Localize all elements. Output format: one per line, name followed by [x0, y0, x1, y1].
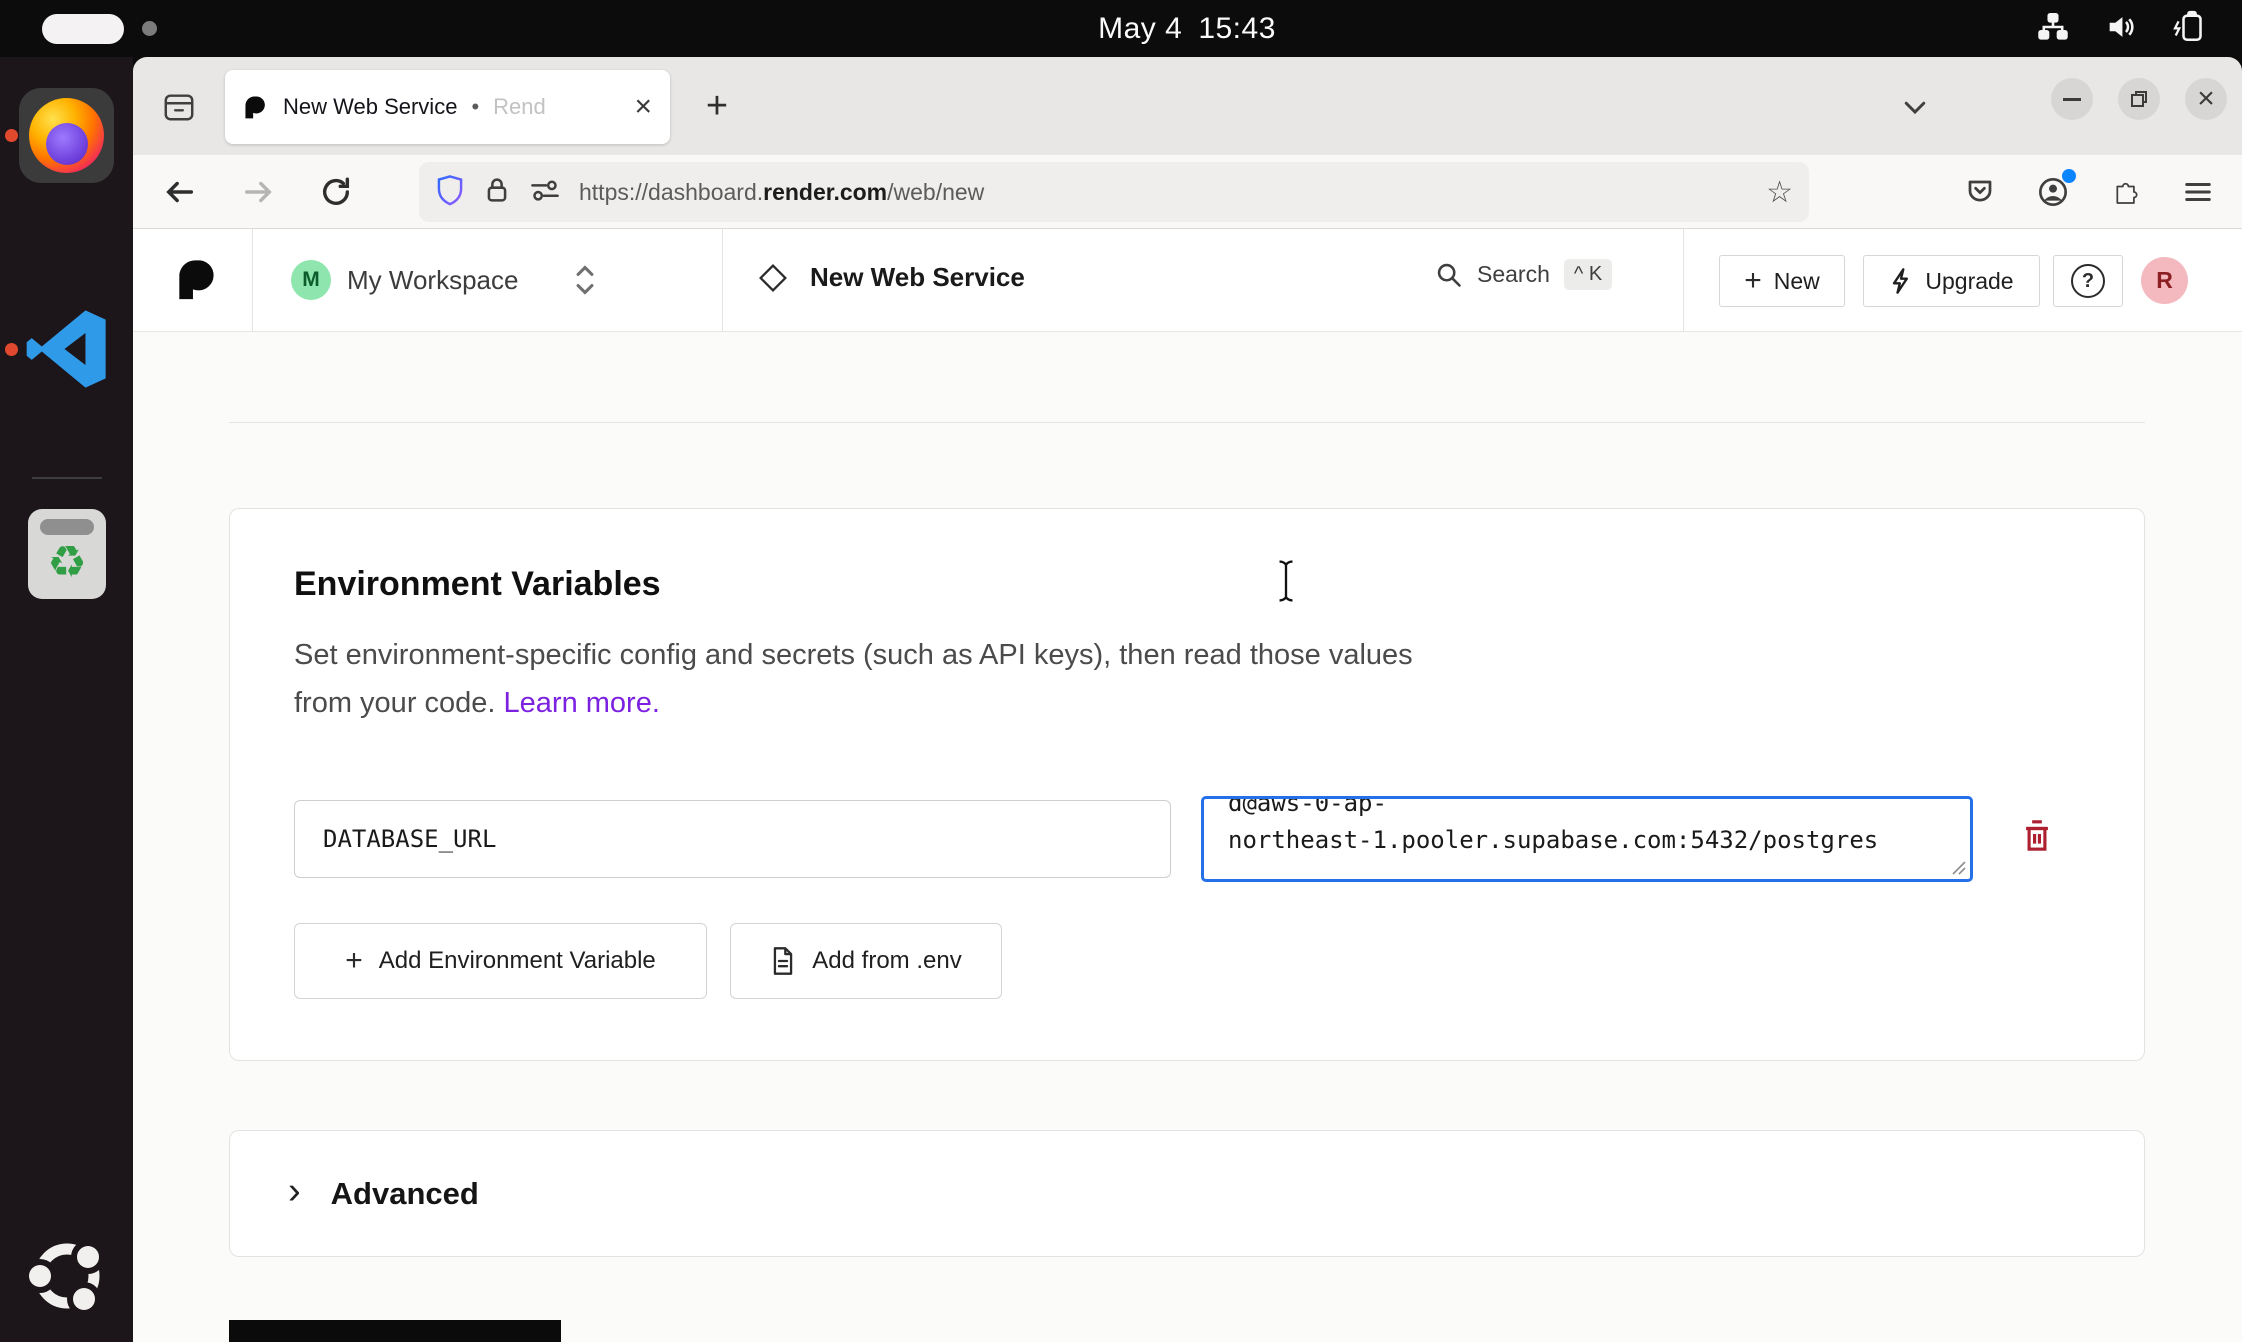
add-from-env-button[interactable]: Add from .env: [730, 923, 1002, 999]
render-logo-icon[interactable]: [175, 256, 221, 302]
help-button[interactable]: ?: [2053, 255, 2123, 307]
tab-title: New Web Service: [283, 94, 457, 120]
battery-charging-icon: [2172, 10, 2212, 49]
section-description: Set environment-specific config and secr…: [294, 631, 1464, 727]
env-value-text: d@aws-0-ap- northeast-1.pooler.supabase.…: [1228, 796, 1946, 859]
lightning-bolt-icon: [1889, 267, 1913, 295]
clock-time: 15:43: [1198, 12, 1276, 46]
env-value-textarea[interactable]: d@aws-0-ap- northeast-1.pooler.supabase.…: [1201, 796, 1973, 882]
textarea-resize-handle[interactable]: [1949, 858, 1967, 876]
header-divider: [1683, 229, 1684, 332]
list-all-tabs-chevron-icon[interactable]: [1893, 85, 1937, 129]
header-divider: [252, 229, 253, 332]
firefox-view-icon[interactable]: [153, 81, 205, 133]
user-avatar[interactable]: R: [2141, 257, 2188, 304]
dock: ♻: [0, 57, 133, 1342]
running-indicator-dot: [5, 343, 18, 356]
add-environment-variable-button[interactable]: + Add Environment Variable: [294, 923, 707, 999]
page-content: M My Workspace New Web Service Searc: [133, 229, 2242, 1342]
workspace-chevron-updown-icon[interactable]: [571, 262, 599, 298]
new-tab-button[interactable]: +: [693, 83, 741, 131]
system-status-area[interactable]: [2036, 10, 2212, 48]
workspace-selector[interactable]: My Workspace: [347, 265, 518, 296]
show-apps-button[interactable]: [24, 1233, 110, 1324]
account-notification-dot: [2062, 169, 2076, 183]
url-bar[interactable]: https://dashboard.render.com/web/new ☆: [419, 162, 1809, 222]
help-question-icon: ?: [2071, 264, 2105, 298]
extensions-puzzle-icon[interactable]: [2101, 167, 2151, 217]
url-domain: render.com: [763, 179, 887, 205]
dock-separator: [32, 477, 102, 479]
pocket-icon[interactable]: [1955, 167, 2005, 217]
firefox-icon-globe: [46, 123, 88, 165]
service-diamond-icon: [758, 263, 788, 293]
section-title: Environment Variables: [294, 565, 661, 604]
new-button[interactable]: + New: [1719, 255, 1845, 307]
workspace-dot-icon: [142, 21, 157, 36]
advanced-section[interactable]: › Advanced: [229, 1130, 2145, 1257]
clock-date: May 4: [1098, 12, 1182, 46]
vscode-icon: [25, 307, 109, 391]
header-divider: [722, 229, 723, 332]
browser-window: New Web Service • Rend × + ×: [133, 57, 2242, 1342]
back-icon[interactable]: [155, 167, 205, 217]
environment-variables-card: Environment Variables Set environment-sp…: [229, 508, 2145, 1061]
window-close-button[interactable]: ×: [2185, 78, 2227, 120]
render-favicon: [243, 94, 269, 120]
dock-item-vscode[interactable]: [25, 307, 109, 391]
url-text[interactable]: https://dashboard.render.com/web/new: [579, 179, 984, 206]
running-indicator-dot: [5, 129, 18, 142]
env-key-value: DATABASE_URL: [323, 825, 496, 853]
delete-row-trash-icon[interactable]: [2020, 817, 2054, 857]
browser-tab[interactable]: New Web Service • Rend ×: [225, 70, 670, 144]
bookmark-star-icon[interactable]: ☆: [1766, 175, 1793, 210]
search-label: Search: [1477, 261, 1550, 288]
search-shortcut-badge: ^ K: [1564, 259, 1612, 290]
browser-navbar: https://dashboard.render.com/web/new ☆: [133, 155, 2242, 229]
env-file-icon: [770, 946, 796, 976]
text-cursor-pointer: [1273, 559, 1299, 603]
screen: May 4 15:43: [0, 0, 2242, 1342]
system-clock[interactable]: May 4 15:43: [1057, 12, 1317, 46]
ubuntu-logo-icon: [24, 1233, 110, 1319]
system-top-bar: May 4 15:43: [0, 0, 2242, 57]
network-icon: [2036, 10, 2070, 49]
env-key-input[interactable]: DATABASE_URL: [294, 800, 1171, 878]
permissions-icon[interactable]: [529, 176, 561, 209]
tab-title-suffix: Rend: [493, 94, 546, 120]
deploy-web-service-button[interactable]: Deploy Web Service: [229, 1320, 561, 1342]
forward-icon[interactable]: [233, 167, 283, 217]
plus-icon: +: [1744, 266, 1762, 296]
window-maximize-button[interactable]: [2118, 78, 2160, 120]
search-button[interactable]: Search ^ K: [1435, 259, 1612, 290]
expand-chevron-icon[interactable]: ›: [288, 1172, 301, 1210]
trash-lid: [40, 519, 94, 535]
upgrade-button[interactable]: Upgrade: [1863, 255, 2040, 307]
search-icon: [1435, 261, 1463, 289]
workspace-avatar[interactable]: M: [291, 260, 331, 300]
menu-hamburger-icon[interactable]: [2173, 167, 2223, 217]
lock-icon[interactable]: [483, 175, 511, 210]
volume-icon: [2104, 10, 2138, 49]
advanced-title: Advanced: [331, 1176, 479, 1212]
learn-more-link[interactable]: Learn more.: [504, 687, 660, 719]
reload-icon[interactable]: [311, 167, 361, 217]
app-header: M My Workspace New Web Service Searc: [133, 229, 2242, 332]
window-minimize-button[interactable]: [2051, 78, 2093, 120]
page-title: New Web Service: [810, 262, 1025, 293]
tab-strip: New Web Service • Rend × + ×: [133, 57, 2242, 155]
account-icon[interactable]: [2028, 167, 2078, 217]
tab-close-icon[interactable]: ×: [634, 92, 652, 122]
tab-separator: •: [471, 94, 479, 120]
activities-pill-icon[interactable]: [42, 14, 124, 44]
shield-icon[interactable]: [435, 174, 465, 211]
plus-icon: +: [345, 946, 363, 976]
previous-card-divider: [229, 422, 2145, 423]
recycle-icon: ♻: [28, 537, 106, 588]
